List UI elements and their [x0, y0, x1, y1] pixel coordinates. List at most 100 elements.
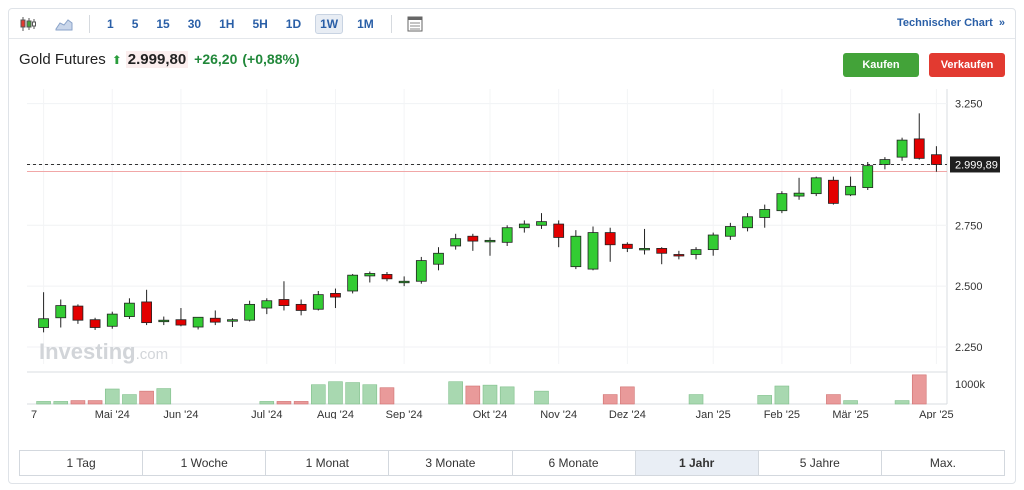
candle-body — [433, 252, 444, 265]
volume-bar — [311, 384, 326, 405]
candle-body — [124, 302, 135, 317]
candle-body — [72, 305, 84, 321]
candle — [295, 299, 307, 316]
candle — [604, 227, 616, 262]
volume-bar — [826, 394, 841, 405]
candle — [776, 191, 788, 214]
price-chart[interactable]: 3.2503.0002.7502.5002.250Investing.com2.… — [17, 89, 1009, 419]
candle-body — [518, 223, 530, 229]
candle — [896, 137, 908, 161]
timeframe-1w[interactable]: 1W — [315, 13, 344, 34]
technical-chart-label[interactable]: Technischer Chart — [897, 17, 993, 29]
timeframe-5h[interactable]: 5H — [248, 15, 271, 33]
range-option[interactable]: Max. — [882, 451, 1004, 475]
timeframe-1d[interactable]: 1D — [282, 15, 305, 33]
x-tick-label: Jan '25 — [696, 409, 731, 419]
candle — [381, 272, 393, 282]
candle-body — [209, 317, 221, 323]
x-tick-label: Mär '25 — [832, 409, 868, 419]
candle — [931, 146, 942, 172]
volume-bar — [894, 400, 910, 405]
candle-body — [536, 221, 547, 226]
x-tick-label: Aug '24 — [317, 409, 354, 419]
range-selector: 1 Tag 1 Woche 1 Monat 3 Monate 6 Monate 1 Jah… — [19, 450, 1005, 476]
candle-body — [776, 193, 788, 212]
buy-button[interactable]: Kaufen — [843, 53, 919, 77]
candle — [364, 271, 376, 283]
candle-body — [707, 234, 719, 251]
investing-watermark: Investing.com — [39, 339, 168, 364]
candle-body — [896, 139, 908, 158]
candle-body — [192, 316, 204, 328]
technical-chart-link[interactable]: Technischer Chart » — [897, 17, 1005, 29]
candle — [347, 273, 359, 294]
candle — [261, 298, 273, 315]
candle-body — [553, 223, 565, 238]
candle-body — [227, 319, 238, 322]
volume-bar — [122, 394, 137, 405]
candle-body — [810, 177, 822, 195]
volume-bar — [448, 381, 463, 405]
candle-body — [862, 165, 874, 188]
candle — [828, 176, 839, 205]
range-option[interactable]: 6 Monate — [513, 451, 636, 475]
timeframe-15[interactable]: 15 — [152, 15, 173, 33]
range-option[interactable]: 1 Monat — [266, 451, 390, 475]
candle-body — [381, 274, 393, 280]
x-tick-label: Jun '24 — [163, 409, 198, 419]
candle-body — [724, 226, 736, 237]
volume-bar — [70, 400, 86, 405]
candle — [501, 225, 513, 246]
range-option[interactable]: 5 Jahre — [759, 451, 882, 475]
x-tick-label: Feb '25 — [764, 409, 800, 419]
arrow-up-icon: ⬆ — [111, 53, 122, 67]
volume-bar — [328, 381, 343, 405]
x-tick-label: Mai '24 — [95, 409, 130, 419]
toolbar-divider — [89, 14, 90, 33]
volume-bar — [362, 384, 378, 405]
candle-body — [879, 159, 891, 165]
candle-body — [931, 154, 942, 165]
timeframe-1m[interactable]: 1M — [353, 15, 378, 33]
candle-body — [347, 274, 359, 292]
sell-button[interactable]: Verkaufen — [929, 53, 1005, 77]
candle — [656, 247, 668, 265]
candle-body — [244, 303, 256, 321]
volume-bar — [156, 388, 172, 405]
chart-toolbar: 1 5 15 30 1H 5H 1D 1W 1M Technischer Chart » — [9, 9, 1015, 39]
timeframe-1h[interactable]: 1H — [215, 15, 238, 33]
volume-bar — [139, 390, 154, 405]
volume-bar — [602, 394, 618, 405]
y-tick-label: 3.250 — [955, 99, 983, 111]
range-option[interactable]: 1 Tag — [20, 451, 144, 475]
candle-body — [106, 313, 118, 327]
volume-bar — [688, 394, 704, 405]
candle-body — [656, 248, 668, 254]
candle-body — [845, 185, 856, 196]
range-option[interactable]: 1 Jahr — [635, 451, 759, 475]
candle — [467, 233, 479, 251]
y-tick-label: 2.250 — [955, 342, 983, 354]
candle-body — [364, 273, 376, 277]
candle — [450, 233, 462, 250]
candle-body — [690, 249, 702, 255]
x-tick-label: Apr '25 — [919, 409, 954, 419]
candlestick-icon[interactable] — [17, 14, 39, 34]
area-chart-icon[interactable] — [53, 14, 75, 34]
timeframe-5[interactable]: 5 — [128, 15, 143, 33]
candle — [587, 226, 599, 271]
candle — [845, 176, 856, 197]
timeframe-30[interactable]: 30 — [184, 15, 205, 33]
timeframe-1[interactable]: 1 — [103, 15, 118, 33]
candle — [124, 298, 135, 319]
watermark-brand: Investing — [39, 339, 136, 364]
range-option[interactable]: 3 Monate — [389, 451, 513, 475]
candle — [639, 228, 650, 255]
volume-bar — [499, 386, 515, 405]
range-option[interactable]: 1 Woche — [143, 451, 267, 475]
candle-body — [158, 319, 170, 323]
x-tick-label: Jul '24 — [251, 409, 282, 419]
volume-bar — [843, 400, 858, 405]
table-view-icon[interactable] — [404, 14, 426, 34]
candle — [742, 213, 753, 232]
